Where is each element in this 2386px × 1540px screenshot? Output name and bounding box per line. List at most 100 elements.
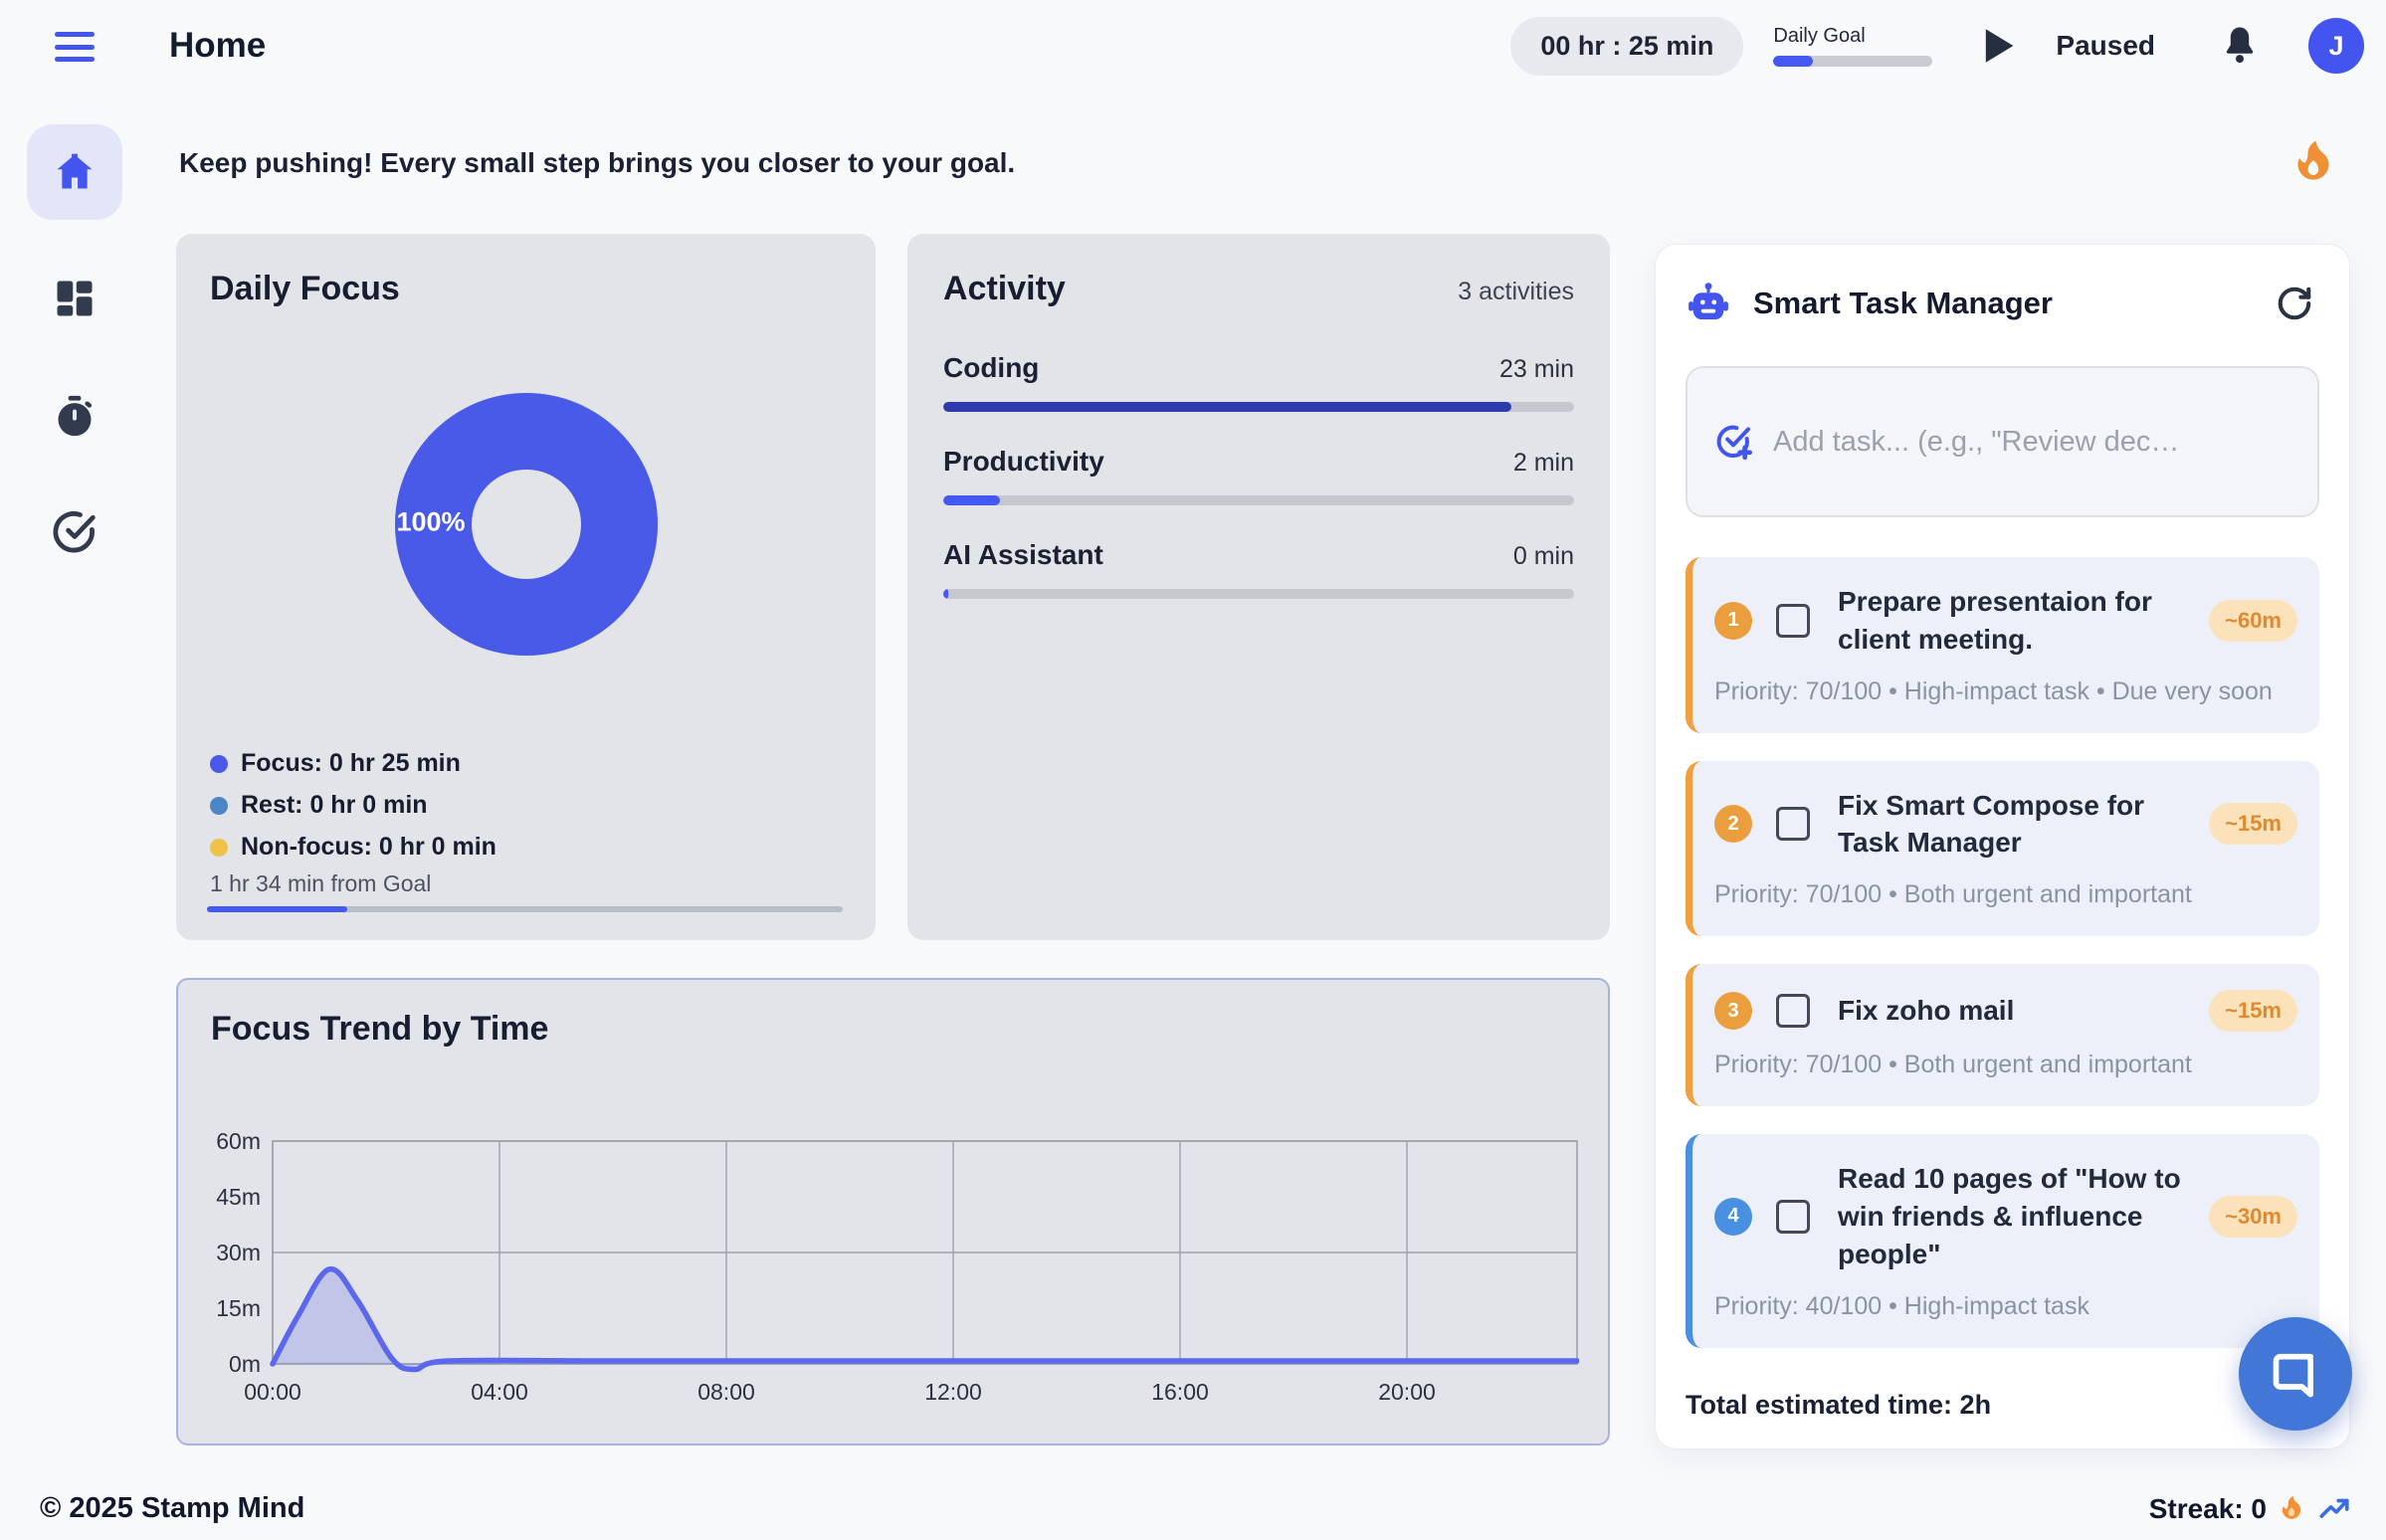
sidebar-item-tasks[interactable] (52, 508, 98, 554)
task-time-badge: ~30m (2209, 1196, 2297, 1238)
activity-value: 23 min (1499, 355, 1574, 384)
legend-item-nonfocus: Non-focus: 0 hr 0 min (210, 833, 497, 862)
task-checkbox[interactable] (1776, 807, 1810, 841)
legend-label: Rest: 0 hr 0 min (241, 791, 428, 820)
daily-goal-progress-fill (1773, 56, 1813, 67)
svg-text:45m: 45m (216, 1184, 261, 1210)
copyright: © 2025 Stamp Mind (40, 1492, 304, 1525)
task-time-badge: ~15m (2209, 803, 2297, 845)
task-description: Priority: 70/100 • High-impact task • Du… (1714, 674, 2297, 709)
smart-task-manager-panel: Smart Task Manager 1 Prepare presentaion… (1655, 244, 2350, 1449)
svg-text:20:00: 20:00 (1378, 1379, 1436, 1405)
daily-focus-legend: Focus: 0 hr 25 min Rest: 0 hr 0 min Non-… (210, 749, 497, 862)
activity-row-productivity: Productivity 2 min (943, 446, 1574, 505)
donut-percent-label: 100% (396, 507, 465, 538)
activity-label: AI Assistant (943, 539, 1103, 571)
activity-value: 2 min (1513, 449, 1574, 478)
activity-row-ai-assistant: AI Assistant 0 min (943, 539, 1574, 599)
goal-progress-fill (207, 906, 347, 912)
task-list: 1 Prepare presentaion for client meeting… (1686, 557, 2319, 1348)
topbar-right-group: 00 hr : 25 min Daily Goal Paused J (1510, 14, 2364, 78)
focus-trend-chart: 0m15m30m45m60m00:0004:0008:0012:0016:002… (211, 1091, 1579, 1410)
daily-goal-progress (1773, 56, 1932, 67)
nonfocus-dot (210, 839, 228, 857)
daily-focus-card: Daily Focus 100% Focus: 0 hr 25 min Rest… (176, 234, 876, 940)
total-estimated-time: Total estimated time: 2h (1686, 1390, 2319, 1421)
activity-rows: Coding 23 min Productivity 2 min AI Assi… (943, 352, 1574, 599)
sidebar-item-timer[interactable] (52, 393, 98, 439)
task-time-badge: ~15m (2209, 990, 2297, 1032)
activity-progress (943, 402, 1574, 412)
activity-label: Productivity (943, 446, 1104, 478)
dashboard-icon (54, 278, 96, 319)
focus-dot (210, 755, 228, 773)
sidebar-item-home[interactable] (27, 124, 122, 220)
page-title: Home (169, 26, 266, 66)
activity-label: Coding (943, 352, 1039, 384)
task-checkbox[interactable] (1776, 1200, 1810, 1234)
task-title: Read 10 pages of "How to win friends & i… (1838, 1160, 2195, 1272)
sidebar (27, 124, 122, 554)
streak-label: Streak: 0 (2149, 1493, 2267, 1525)
motivation-text: Keep pushing! Every small step brings yo… (179, 147, 2353, 179)
svg-text:60m: 60m (216, 1128, 261, 1154)
task-title: Fix zoho mail (1838, 992, 2195, 1030)
streak-flame-icon (2279, 1493, 2304, 1525)
timer-status-label: Paused (2056, 30, 2155, 62)
trending-up-icon[interactable] (2316, 1492, 2352, 1526)
top-bar: Home 00 hr : 25 min Daily Goal Paused J (0, 0, 2386, 92)
svg-text:0m: 0m (229, 1351, 261, 1377)
task-checkbox[interactable] (1776, 994, 1810, 1028)
task-description: Priority: 40/100 • High-impact task (1714, 1289, 2297, 1324)
activity-card: Activity 3 activities Coding 23 min Prod… (907, 234, 1610, 940)
task-item-3[interactable]: 3 Fix zoho mail ~15m Priority: 70/100 • … (1686, 964, 2319, 1106)
chat-fab-button[interactable] (2239, 1317, 2352, 1431)
activity-title: Activity (943, 270, 1066, 308)
activity-progress-fill (943, 495, 1000, 505)
rest-dot (210, 797, 228, 815)
activity-progress (943, 495, 1574, 505)
task-title: Fix Smart Compose for Task Manager (1838, 787, 2195, 863)
session-timer[interactable]: 00 hr : 25 min (1510, 17, 1743, 76)
task-rank-badge: 3 (1714, 992, 1752, 1030)
sidebar-item-dashboard[interactable] (52, 276, 98, 321)
task-item-2[interactable]: 2 Fix Smart Compose for Task Manager ~15… (1686, 761, 2319, 937)
hamburger-menu-icon[interactable] (55, 32, 95, 62)
avatar[interactable]: J (2308, 18, 2364, 74)
activity-count: 3 activities (1458, 278, 1574, 306)
task-checkbox[interactable] (1776, 604, 1810, 638)
add-task-input[interactable] (1773, 426, 2291, 459)
activity-progress-fill (943, 589, 948, 599)
activity-progress (943, 589, 1574, 599)
add-task-box (1686, 366, 2319, 517)
legend-label: Focus: 0 hr 25 min (241, 749, 461, 778)
refresh-icon[interactable] (2276, 285, 2313, 322)
task-item-1[interactable]: 1 Prepare presentaion for client meeting… (1686, 557, 2319, 733)
task-item-4[interactable]: 4 Read 10 pages of "How to win friends &… (1686, 1134, 2319, 1347)
task-title: Prepare presentaion for client meeting. (1838, 583, 2195, 659)
daily-goal-widget: Daily Goal (1773, 25, 1934, 67)
focus-trend-card: Focus Trend by Time 0m15m30m45m60m00:000… (176, 978, 1610, 1445)
home-icon (53, 150, 97, 194)
svg-text:15m: 15m (216, 1295, 261, 1321)
daily-focus-title: Daily Focus (210, 270, 842, 308)
play-icon[interactable] (1982, 28, 2016, 64)
daily-goal-label: Daily Goal (1773, 25, 1934, 48)
svg-text:00:00: 00:00 (244, 1379, 301, 1405)
task-description: Priority: 70/100 • Both urgent and impor… (1714, 1048, 2297, 1082)
activity-value: 0 min (1513, 542, 1574, 571)
robot-icon (1686, 281, 1731, 326)
stopwatch-icon (53, 394, 97, 438)
task-rank-badge: 4 (1714, 1198, 1752, 1236)
streak-widget: Streak: 0 (2149, 1492, 2352, 1526)
goal-distance-note: 1 hr 34 min from Goal (210, 870, 431, 897)
motivation-banner: Keep pushing! Every small step brings yo… (179, 147, 2353, 203)
legend-item-focus: Focus: 0 hr 25 min (210, 749, 497, 778)
focus-trend-title: Focus Trend by Time (211, 1010, 1575, 1049)
legend-label: Non-focus: 0 hr 0 min (241, 833, 497, 862)
legend-item-rest: Rest: 0 hr 0 min (210, 791, 497, 820)
svg-text:30m: 30m (216, 1240, 261, 1265)
svg-text:12:00: 12:00 (924, 1379, 982, 1405)
task-rank-badge: 1 (1714, 602, 1752, 640)
notifications-bell-icon[interactable] (2221, 26, 2259, 66)
